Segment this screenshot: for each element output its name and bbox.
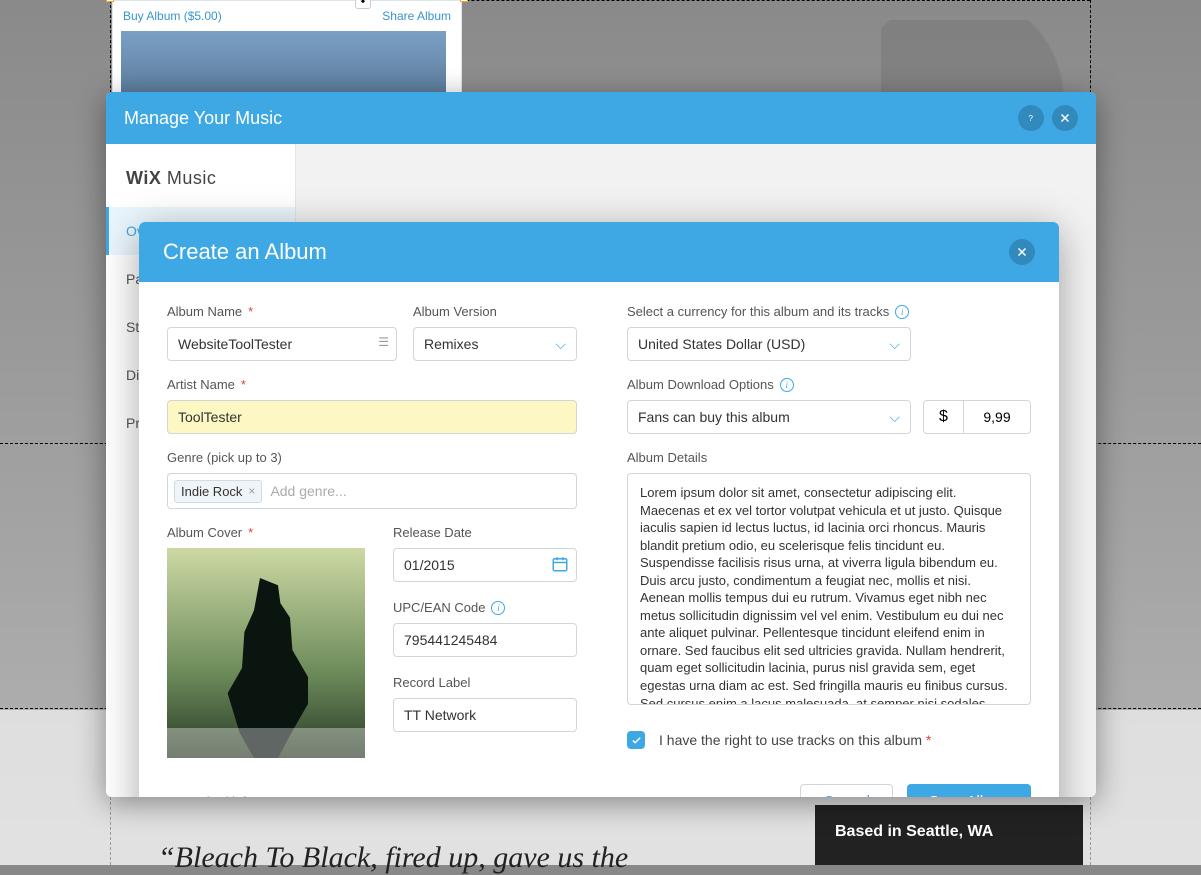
chevron-down-icon: ⌵ [555,336,566,353]
inner-modal-title: Create an Album [163,239,1001,265]
cancel-button[interactable]: Cancel [800,784,893,797]
required-note: * Required info [167,794,800,798]
quote-text: “Bleach To Black, fired up, gave us the [158,841,628,875]
modal-footer: * Required info Cancel Save Album [139,767,1059,797]
close-button[interactable] [1052,105,1078,131]
outer-modal-title: Manage Your Music [124,108,1010,129]
genre-tag[interactable]: Indie Rock× [174,480,262,503]
manage-music-modal: Manage Your Music ? WiX Music Ov Pa St D… [106,92,1096,797]
info-icon[interactable]: i [491,601,505,615]
genre-placeholder: Add genre... [270,483,346,499]
download-icon[interactable]: ⬇ [355,0,371,9]
album-details-textarea[interactable]: Lorem ipsum dolor sit amet, consectetur … [627,473,1031,705]
buy-album-link[interactable]: Buy Album ($5.00) [113,1,232,31]
album-name-label: Album Name* [167,304,397,319]
outer-modal-header: Manage Your Music ? [106,92,1096,144]
album-cover-image[interactable] [167,548,365,758]
upc-input[interactable] [393,623,577,657]
album-art [121,31,446,101]
inner-modal-header: Create an Album [139,222,1059,282]
svg-text:?: ? [1029,114,1034,123]
album-details-label: Album Details [627,450,1031,465]
genre-input[interactable]: Indie Rock× Add genre... [167,473,577,509]
info-icon[interactable]: i [895,305,909,319]
chevron-down-icon: ⌵ [889,409,900,426]
rights-checkbox[interactable] [627,731,645,749]
download-options-label: Album Download Optionsi [627,377,1031,392]
share-album-link[interactable]: Share Album [382,9,451,23]
release-date-input[interactable] [393,548,577,582]
artist-name-label: Artist Name* [167,377,577,392]
release-date-label: Release Date [393,525,577,540]
close-button[interactable] [1009,239,1035,265]
album-cover-label: Album Cover* [167,525,365,540]
help-button[interactable]: ? [1018,105,1044,131]
remove-tag-icon[interactable]: × [248,484,255,498]
genre-label: Genre (pick up to 3) [167,450,577,465]
calendar-icon[interactable] [551,555,569,578]
info-icon[interactable]: i [780,378,794,392]
download-options-select[interactable]: Fans can buy this album⌵ [627,400,911,434]
price-input[interactable] [963,400,1031,434]
album-name-input[interactable] [167,327,397,361]
record-label-input[interactable] [393,698,577,732]
rights-label: I have the right to use tracks on this a… [659,732,931,748]
create-album-modal: Create an Album Album Name* ☰ [139,222,1059,797]
currency-select[interactable]: United States Dollar (USD)⌵ [627,327,911,361]
chevron-down-icon: ⌵ [889,336,900,353]
currency-label: Select a currency for this album and its… [627,304,1031,319]
location-box: Based in Seattle, WA [815,805,1083,865]
album-version-select[interactable]: Remixes⌵ [413,327,577,361]
wix-music-logo: WiX Music [106,168,295,207]
record-label-label: Record Label [393,675,577,690]
save-album-button[interactable]: Save Album [907,784,1031,797]
upc-label: UPC/EAN Codei [393,600,577,615]
album-version-label: Album Version [413,304,577,319]
autofill-icon: ☰ [378,335,389,349]
artist-name-input[interactable] [167,400,577,434]
price-currency-symbol: $ [923,400,963,434]
